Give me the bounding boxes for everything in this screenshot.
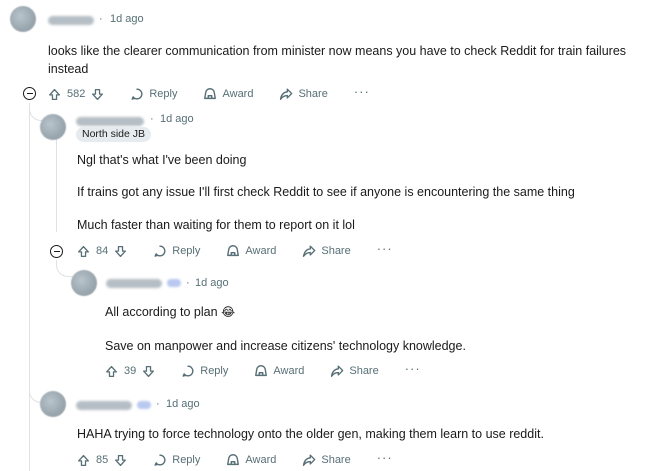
share-button[interactable]: Share	[302, 244, 351, 258]
comment-actions: 84 Reply Award Share ···	[77, 241, 393, 261]
separator: ·	[150, 113, 154, 125]
award-button[interactable]: Award	[254, 364, 304, 378]
share-icon	[280, 88, 293, 100]
username[interactable]	[106, 279, 162, 288]
vote-controls: 84	[77, 245, 127, 258]
share-button[interactable]: Share	[279, 87, 328, 101]
comment-body-line: All according to plan 😂	[105, 305, 236, 319]
share-icon	[303, 245, 316, 257]
username[interactable]	[48, 16, 94, 25]
comment-body: HAHA trying to force technology onto the…	[77, 427, 544, 441]
avatar[interactable]	[40, 114, 66, 140]
share-button[interactable]: Share	[302, 453, 351, 467]
vote-controls: 39	[105, 365, 155, 378]
reply-button[interactable]: Reply	[130, 87, 177, 101]
thread-line	[29, 103, 30, 471]
reply-button[interactable]: Reply	[153, 244, 200, 258]
separator: ·	[99, 13, 103, 25]
upvote-icon[interactable]	[77, 454, 90, 467]
more-options-button[interactable]: ···	[405, 361, 421, 376]
vote-controls: 85	[77, 454, 127, 467]
more-options-button[interactable]: ···	[354, 84, 370, 99]
comment-actions: 39 Reply Award Share ···	[105, 361, 421, 381]
reply-icon	[131, 88, 143, 100]
laughing-emoji: 😂	[221, 305, 236, 319]
username[interactable]	[76, 117, 144, 126]
timestamp[interactable]: 1d ago	[110, 13, 144, 25]
op-badge	[137, 401, 151, 409]
upvote-icon[interactable]	[105, 365, 118, 378]
comment-actions: 85 Reply Award Share ···	[77, 450, 393, 470]
downvote-icon[interactable]	[114, 454, 127, 467]
award-button[interactable]: Award	[226, 244, 276, 258]
share-button[interactable]: Share	[330, 364, 379, 378]
award-button[interactable]: Award	[203, 87, 253, 101]
timestamp[interactable]: 1d ago	[166, 398, 200, 410]
timestamp[interactable]: 1d ago	[195, 277, 229, 289]
collapse-button[interactable]	[50, 245, 63, 258]
comment-body-line: Ngl that's what I've been doing	[77, 153, 247, 167]
score: 85	[96, 454, 109, 466]
award-button[interactable]: Award	[226, 453, 276, 467]
more-options-button[interactable]: ···	[377, 241, 393, 256]
avatar[interactable]	[10, 6, 36, 32]
comment-body-line: If trains got any issue I'll first check…	[77, 185, 575, 199]
separator: ·	[186, 277, 190, 289]
share-icon	[303, 454, 316, 466]
thread-line	[56, 138, 57, 232]
collapse-button[interactable]	[23, 87, 36, 100]
reply-icon	[154, 454, 166, 466]
user-flair: North side JB	[76, 127, 152, 142]
comment-body-line: Save on manpower and increase citizens' …	[105, 339, 466, 353]
score: 39	[124, 365, 137, 377]
score: 582	[67, 88, 86, 100]
reply-icon	[154, 245, 166, 257]
award-icon	[227, 454, 240, 466]
reply-button[interactable]: Reply	[153, 453, 200, 467]
share-icon	[331, 365, 344, 377]
award-icon	[255, 365, 268, 377]
upvote-icon[interactable]	[77, 245, 90, 258]
comment-actions: 582 Reply Award Share ···	[48, 84, 370, 104]
separator: ·	[156, 398, 160, 410]
award-icon	[204, 88, 217, 100]
score: 84	[96, 245, 109, 257]
avatar[interactable]	[71, 270, 97, 296]
timestamp[interactable]: 1d ago	[160, 113, 194, 125]
username[interactable]	[76, 401, 132, 410]
op-badge	[167, 279, 181, 287]
reply-button[interactable]: Reply	[181, 364, 228, 378]
reply-icon	[182, 365, 194, 377]
downvote-icon[interactable]	[114, 245, 127, 258]
thread-connector	[56, 260, 73, 277]
downvote-icon[interactable]	[142, 365, 155, 378]
more-options-button[interactable]: ···	[377, 450, 393, 465]
comment-body: looks like the clearer communication fro…	[48, 44, 627, 76]
downvote-icon[interactable]	[91, 88, 104, 101]
comment-body-line: Much faster than waiting for them to rep…	[77, 218, 355, 232]
vote-controls: 582	[48, 88, 104, 101]
avatar[interactable]	[40, 391, 66, 417]
award-icon	[227, 245, 240, 257]
upvote-icon[interactable]	[48, 88, 61, 101]
